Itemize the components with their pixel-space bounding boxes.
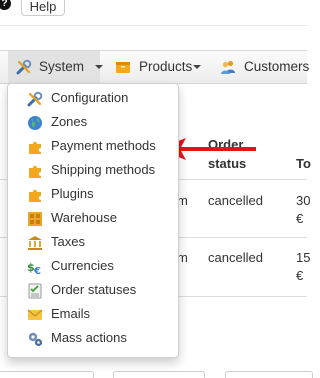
menu-item-currencies[interactable]: $ € Currencies [8,255,178,279]
puzzle-icon [29,165,41,178]
warehouse-icon [28,212,42,226]
menu-item-configuration[interactable]: Configuration [8,87,178,111]
system-dropdown-menu: Configuration Zones Payment methods Ship… [7,83,179,358]
puzzle-icon [29,141,41,154]
gears-icon [28,332,43,347]
wrench-screwdriver-icon [16,59,32,75]
table-cell-total: 15 [296,250,311,265]
nav-system-menu[interactable]: System [8,51,103,83]
table-cell-total: 30 [296,193,311,208]
menu-item-label: Taxes [51,234,85,249]
main-navbar: System Products Customers [0,50,310,84]
menu-item-zones[interactable]: Zones [8,111,178,135]
nav-customers-menu[interactable]: Customers [210,51,310,83]
help-button[interactable]: Help [21,0,65,16]
table-cell-total: € [296,268,304,283]
column-header-total: To [296,156,311,171]
menu-item-label: Warehouse [51,210,117,225]
menu-item-label: Zones [51,114,88,129]
menu-item-label: Mass actions [51,330,127,345]
menu-item-label: Shipping methods [51,162,156,177]
menu-item-label: Payment methods [51,138,156,153]
menu-item-order-statuses[interactable]: Order statuses [8,279,178,303]
menu-item-label: Configuration [51,90,129,105]
menu-item-label: Emails [51,306,91,321]
envelope-icon [27,309,43,320]
table-cell-total: € [296,211,304,226]
users-icon [221,60,235,74]
wrench-screwdriver-icon [27,91,43,107]
table-cell-status: cancelled [208,193,263,208]
divider [0,25,307,26]
menu-item-label: Currencies [51,258,114,273]
menu-item-shipping-methods[interactable]: Shipping methods [8,159,178,183]
menu-item-plugins[interactable]: Plugins [8,183,178,207]
chevron-down-icon [95,65,103,69]
nav-products-label: Products [139,59,193,74]
table-cell-status: cancelled [208,250,263,265]
menu-item-warehouse[interactable]: Warehouse [8,207,178,231]
menu-item-taxes[interactable]: Taxes [8,231,178,255]
menu-item-mass-actions[interactable]: Mass actions [8,327,178,351]
menu-item-label: Order statuses [51,282,137,297]
bank-icon [28,236,42,250]
menu-item-label: Plugins [51,186,94,201]
chevron-down-icon [193,65,201,69]
nav-system-label: System [39,59,85,74]
box-icon [116,62,130,73]
menu-item-emails[interactable]: Emails [8,303,178,327]
svg-text:€: € [33,266,41,275]
puzzle-icon [29,189,41,202]
checklist-icon [28,283,42,299]
nav-customers-label: Customers [244,59,310,74]
currency-icon: $ € [27,261,41,275]
menu-item-payment-methods[interactable]: Payment methods [8,135,178,159]
globe-icon [28,116,42,130]
nav-products-menu[interactable]: Products [110,51,206,83]
